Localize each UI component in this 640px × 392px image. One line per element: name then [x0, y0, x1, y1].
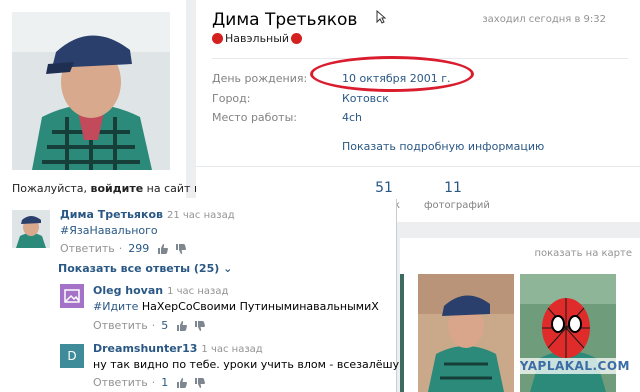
photos-count-label: фотографий	[424, 200, 490, 211]
comment-time: 1 час назад	[167, 286, 229, 297]
divider	[196, 166, 640, 167]
reply-avatar[interactable]	[60, 284, 84, 308]
profile-info-card: Дима Третьяков Навэльный заходил сегодня…	[196, 0, 640, 222]
photo-thumb[interactable]	[400, 274, 404, 392]
profile-status: Навэльный	[212, 32, 303, 45]
reply-avatar[interactable]: D	[60, 344, 84, 368]
comment-time: 1 час назад	[201, 344, 263, 355]
author-name[interactable]: Dreamshunter13	[93, 342, 197, 355]
status-text: Навэльный	[225, 32, 290, 45]
last-seen: заходил сегодня в 9:32	[482, 14, 606, 25]
profile-photo[interactable]	[12, 12, 170, 170]
photo-thumb[interactable]	[418, 274, 514, 392]
show-on-map-link[interactable]: показать на карте	[534, 248, 632, 259]
hashtag-link[interactable]: #Идите	[93, 300, 138, 313]
thumbs-up-icon[interactable]	[176, 377, 188, 389]
reply-actions: Ответить · 1	[93, 376, 212, 389]
profile-name: Дима Третьяков	[212, 10, 358, 30]
thumbs-down-icon[interactable]	[194, 320, 206, 332]
like-count: 299	[128, 242, 150, 255]
work-link[interactable]: 4ch	[342, 111, 362, 124]
show-all-replies-link[interactable]: Показать все ответы (25) ⌄	[58, 262, 232, 275]
hashtag-link[interactable]: #ЯзаНавального	[60, 224, 158, 237]
friends-count[interactable]: 51	[364, 180, 404, 196]
red-highlight-ellipse	[310, 56, 474, 92]
thumbs-down-icon[interactable]	[194, 377, 206, 389]
like-count: 5	[161, 319, 169, 332]
avatar-letter: D	[67, 349, 77, 363]
reply-body: НаХерСоСвоими ПутиныминавальнымиX	[138, 300, 379, 313]
image-placeholder-icon	[64, 289, 80, 303]
reply-button[interactable]: Ответить	[60, 242, 115, 255]
photo-thumb-spiderman[interactable]	[520, 274, 616, 392]
comment-text: #ЯзаНавального	[60, 224, 158, 237]
info-label: Город:	[212, 92, 251, 105]
reply-text: ну так видно по тебе. уроки учить влом -…	[93, 358, 400, 371]
comment-time: 21 час назад	[166, 210, 235, 221]
login-link[interactable]: войдите	[91, 182, 144, 195]
watermark: YAPLAKAL.COM	[515, 358, 634, 374]
avatar-card: Пожалуйста, войдите на сайт или	[0, 0, 215, 205]
like-count: 1	[161, 376, 169, 389]
comment-avatar[interactable]	[12, 210, 50, 248]
reply-author[interactable]: Dreamshunter13 1 час назад	[93, 342, 263, 355]
red-circle-icon	[212, 33, 223, 44]
author-name[interactable]: Дима Третьяков	[60, 208, 163, 221]
login-prompt: Пожалуйста, войдите на сайт или	[12, 182, 215, 195]
thumbs-up-icon[interactable]	[176, 320, 188, 332]
author-name[interactable]: Oleg hovan	[93, 284, 163, 297]
reply-text: #Идите НаХерСоСвоими ПутиныминавальнымиX	[93, 300, 379, 313]
thumbs-down-icon[interactable]	[175, 243, 187, 255]
mouse-cursor-icon	[376, 10, 386, 24]
thumbs-up-icon[interactable]	[157, 243, 169, 255]
reply-author[interactable]: Oleg hovan 1 час назад	[93, 284, 228, 297]
show-more-info-link[interactable]: Показать подробную информацию	[342, 140, 544, 153]
info-row-city: Город: Котовск	[212, 92, 389, 105]
photos-count[interactable]: 11	[433, 180, 473, 196]
chevron-down-icon: ⌄	[223, 262, 233, 275]
login-prefix: Пожалуйста,	[12, 182, 91, 195]
info-label: Место работы:	[212, 111, 297, 124]
reply-button[interactable]: Ответить	[93, 319, 148, 332]
comment-thread: Дима Третьяков 21 час назад #ЯзаНавальног…	[0, 198, 400, 392]
info-row-work: Место работы: 4ch	[212, 111, 362, 124]
comment-actions: Ответить · 299	[60, 242, 193, 255]
reply-button[interactable]: Ответить	[93, 376, 148, 389]
show-all-label[interactable]: Показать все ответы (25)	[58, 262, 219, 275]
comment-author[interactable]: Дима Третьяков 21 час назад	[60, 208, 235, 221]
red-circle-icon	[291, 33, 303, 44]
reply-actions: Ответить · 5	[93, 319, 212, 332]
city-link[interactable]: Котовск	[342, 92, 389, 105]
photos-card: показать на карте YAPLAKAL.COM	[400, 238, 640, 392]
